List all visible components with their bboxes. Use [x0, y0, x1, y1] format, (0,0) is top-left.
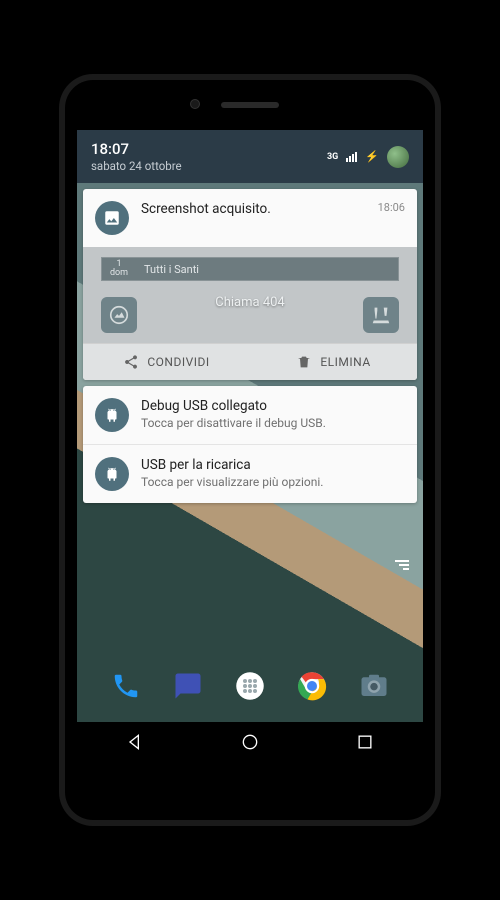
- usb-debug-notification[interactable]: Debug USB collegato Tocca per disattivar…: [83, 386, 417, 444]
- screen: 18:07 sabato 24 ottobre 3G ⚡ Screenshot …: [77, 130, 423, 766]
- play-store-icon: [363, 297, 399, 333]
- earpiece: [221, 102, 279, 108]
- delete-label: ELIMINA: [320, 355, 370, 369]
- expand-icon[interactable]: [395, 560, 409, 570]
- shade-header[interactable]: 18:07 sabato 24 ottobre 3G ⚡: [77, 130, 423, 183]
- screenshot-preview[interactable]: 1dom Tutti i Santi Chiama 404: [83, 247, 417, 343]
- home-button[interactable]: [240, 732, 260, 756]
- status-date: sabato 24 ottobre: [91, 159, 182, 173]
- home-dock: [77, 666, 423, 706]
- screenshot-notification[interactable]: Screenshot acquisito. 18:06 1dom Tutti i…: [83, 189, 417, 380]
- navigation-bar: [77, 722, 423, 766]
- delete-action[interactable]: ELIMINA: [250, 344, 417, 380]
- user-avatar[interactable]: [387, 146, 409, 168]
- trash-icon: [296, 354, 312, 370]
- status-time: 18:07: [91, 140, 182, 158]
- share-action[interactable]: CONDIVIDI: [83, 344, 250, 380]
- notification-title: USB per la ricarica: [141, 457, 405, 473]
- notification-title: Screenshot acquisito.: [141, 201, 366, 217]
- notification-shade[interactable]: 18:07 sabato 24 ottobre 3G ⚡ Screenshot …: [77, 130, 423, 503]
- messages-app-icon[interactable]: [168, 666, 208, 706]
- share-icon: [123, 354, 139, 370]
- camera-app-icon[interactable]: [354, 666, 394, 706]
- recents-button[interactable]: [355, 732, 375, 756]
- chrome-app-icon[interactable]: [292, 666, 332, 706]
- charging-icon: ⚡: [365, 150, 379, 163]
- gallery-icon: [101, 297, 137, 333]
- signal-icon: [346, 152, 357, 162]
- network-type: 3G: [327, 152, 338, 162]
- notification-body: Tocca per visualizzare più opzioni.: [141, 475, 405, 489]
- device-frame: 18:07 sabato 24 ottobre 3G ⚡ Screenshot …: [65, 80, 435, 820]
- notification-timestamp: 18:06: [378, 201, 405, 214]
- calendar-widget: 1dom Tutti i Santi: [101, 257, 399, 281]
- notification-title: Debug USB collegato: [141, 398, 405, 414]
- android-icon: [95, 398, 129, 432]
- front-camera: [190, 99, 200, 109]
- back-button[interactable]: [125, 732, 145, 756]
- system-notification-group: Debug USB collegato Tocca per disattivar…: [83, 386, 417, 503]
- app-drawer-icon[interactable]: [230, 666, 270, 706]
- android-icon: [95, 457, 129, 491]
- image-icon: [95, 201, 129, 235]
- notification-body: Tocca per disattivare il debug USB.: [141, 416, 405, 430]
- phone-app-icon[interactable]: [106, 666, 146, 706]
- usb-charge-notification[interactable]: USB per la ricarica Tocca per visualizza…: [83, 444, 417, 503]
- share-label: CONDIVIDI: [147, 355, 209, 369]
